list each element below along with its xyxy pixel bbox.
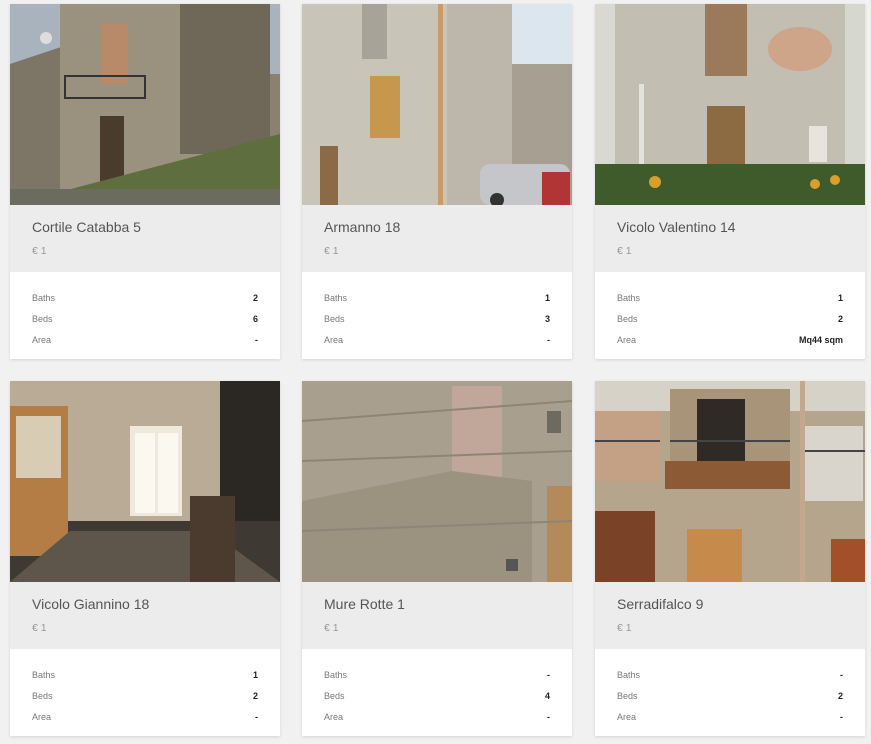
area-value: - <box>547 335 550 345</box>
beds-row: Beds 4 <box>324 691 550 705</box>
listing-specs: Baths 1 Beds 2 Area Mq44 sqm <box>595 272 865 359</box>
beds-label: Beds <box>324 314 345 324</box>
baths-label: Baths <box>617 670 641 680</box>
area-label: Area <box>324 335 344 345</box>
listing-price: € 1 <box>324 622 339 634</box>
baths-label: Baths <box>324 293 348 303</box>
listing-title[interactable]: Mure Rotte 1 <box>324 596 405 612</box>
beds-value: 2 <box>837 691 843 701</box>
baths-value: 2 <box>252 293 258 303</box>
listing-card[interactable]: Armanno 18 € 1 Baths 1 Beds 3 Area - <box>302 4 572 359</box>
listing-title[interactable]: Serradifalco 9 <box>617 596 703 612</box>
beds-value: 4 <box>544 691 550 701</box>
beds-label: Beds <box>32 691 53 701</box>
listing-photo[interactable] <box>10 381 280 582</box>
area-label: Area <box>32 335 52 345</box>
area-value: - <box>255 335 258 345</box>
beds-value: 2 <box>252 691 258 701</box>
listing-specs: Baths 1 Beds 2 Area - <box>10 649 280 736</box>
beds-row: Beds 6 <box>32 314 258 328</box>
listing-price: € 1 <box>32 245 47 257</box>
beds-label: Beds <box>617 691 638 701</box>
listing-specs: Baths - Beds 4 Area - <box>302 649 572 736</box>
area-label: Area <box>32 712 52 722</box>
listing-price: € 1 <box>617 622 632 634</box>
baths-row: Baths - <box>617 670 843 684</box>
listing-specs: Baths 1 Beds 3 Area - <box>302 272 572 359</box>
listing-specs: Baths - Beds 2 Area - <box>595 649 865 736</box>
baths-label: Baths <box>32 670 56 680</box>
listing-photo[interactable] <box>595 381 865 582</box>
area-row: Area - <box>617 712 843 726</box>
listing-title[interactable]: Vicolo Valentino 14 <box>617 219 736 235</box>
area-label: Area <box>617 335 637 345</box>
baths-row: Baths 1 <box>617 293 843 307</box>
baths-label: Baths <box>617 293 641 303</box>
area-row: Area - <box>32 712 258 726</box>
listing-title[interactable]: Vicolo Giannino 18 <box>32 596 149 612</box>
area-row: Area - <box>324 335 550 349</box>
beds-value: 2 <box>837 314 843 324</box>
listing-price: € 1 <box>324 245 339 257</box>
listing-card[interactable]: Mure Rotte 1 € 1 Baths - Beds 4 Area - <box>302 381 572 736</box>
listing-specs: Baths 2 Beds 6 Area - <box>10 272 280 359</box>
listing-header: Mure Rotte 1 € 1 <box>302 582 572 649</box>
beds-label: Beds <box>324 691 345 701</box>
listing-photo[interactable] <box>302 381 572 582</box>
beds-row: Beds 3 <box>324 314 550 328</box>
area-value: - <box>547 712 550 722</box>
baths-value: 1 <box>544 293 550 303</box>
listing-card[interactable]: Vicolo Giannino 18 € 1 Baths 1 Beds 2 Area… <box>10 381 280 736</box>
area-label: Area <box>324 712 344 722</box>
area-row: Area Mq44 sqm <box>617 335 843 349</box>
listing-title[interactable]: Cortile Catabba 5 <box>32 219 141 235</box>
listing-header: Serradifalco 9 € 1 <box>595 582 865 649</box>
listing-card[interactable]: Vicolo Valentino 14 € 1 Baths 1 Beds 2 Are… <box>595 4 865 359</box>
listing-header: Vicolo Giannino 18 € 1 <box>10 582 280 649</box>
beds-row: Beds 2 <box>617 314 843 328</box>
baths-value: 1 <box>837 293 843 303</box>
baths-value: - <box>547 670 550 680</box>
area-value: - <box>840 712 843 722</box>
beds-row: Beds 2 <box>617 691 843 705</box>
baths-value: - <box>840 670 843 680</box>
listing-price: € 1 <box>617 245 632 257</box>
area-row: Area - <box>32 335 258 349</box>
listing-header: Armanno 18 € 1 <box>302 205 572 272</box>
listing-title[interactable]: Armanno 18 <box>324 219 400 235</box>
listing-card[interactable]: Serradifalco 9 € 1 Baths - Beds 2 Area - <box>595 381 865 736</box>
listing-photo[interactable] <box>595 4 865 205</box>
beds-value: 6 <box>252 314 258 324</box>
beds-value: 3 <box>544 314 550 324</box>
baths-row: Baths - <box>324 670 550 684</box>
beds-label: Beds <box>617 314 638 324</box>
baths-row: Baths 2 <box>32 293 258 307</box>
baths-label: Baths <box>32 293 56 303</box>
listing-header: Cortile Catabba 5 € 1 <box>10 205 280 272</box>
listing-card[interactable]: Cortile Catabba 5 € 1 Baths 2 Beds 6 Area - <box>10 4 280 359</box>
area-label: Area <box>617 712 637 722</box>
baths-row: Baths 1 <box>324 293 550 307</box>
listing-photo[interactable] <box>302 4 572 205</box>
listing-price: € 1 <box>32 622 47 634</box>
listing-header: Vicolo Valentino 14 € 1 <box>595 205 865 272</box>
listing-photo[interactable] <box>10 4 280 205</box>
beds-label: Beds <box>32 314 53 324</box>
area-row: Area - <box>324 712 550 726</box>
beds-row: Beds 2 <box>32 691 258 705</box>
baths-value: 1 <box>252 670 258 680</box>
area-value: Mq44 sqm <box>798 335 843 345</box>
baths-row: Baths 1 <box>32 670 258 684</box>
baths-label: Baths <box>324 670 348 680</box>
area-value: - <box>255 712 258 722</box>
